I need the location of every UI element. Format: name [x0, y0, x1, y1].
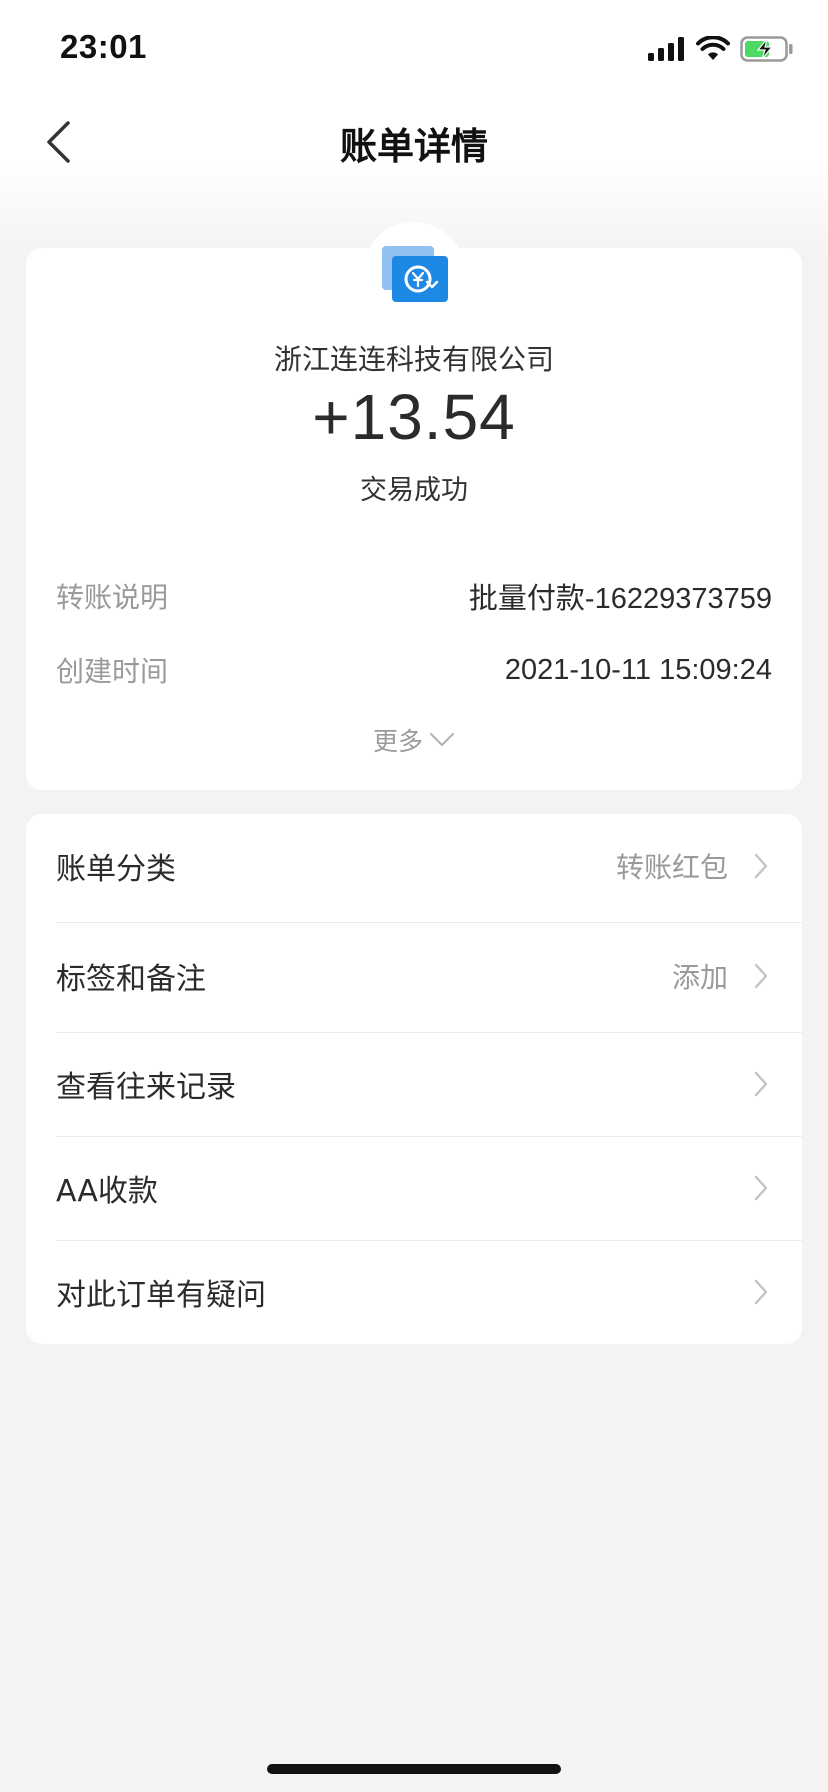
more-label: 更多 [372, 727, 423, 756]
chevron-right-icon [750, 1173, 772, 1203]
wifi-icon [696, 36, 730, 60]
detail-value: 2021-10-11 15:09:24 [504, 653, 772, 686]
more-toggle[interactable]: 更多 [26, 722, 802, 758]
menu-item-bill-category[interactable]: 账单分类 转账红包 [56, 814, 802, 918]
cellular-signal-icon [648, 37, 684, 61]
menu-item-transaction-history[interactable]: 查看往来记录 [56, 1032, 802, 1136]
detail-label: 转账说明 [56, 581, 169, 614]
page-title: 账单详情 [340, 125, 488, 168]
detail-row-transfer-note: 转账说明 批量付款-16229373759 [56, 576, 772, 616]
chevron-down-icon [429, 732, 455, 747]
home-indicator[interactable] [267, 1764, 561, 1774]
menu-item-value: 转账红包 [615, 851, 728, 884]
menu-divider [56, 922, 802, 923]
menu-item-order-question[interactable]: 对此订单有疑问 [56, 1240, 802, 1344]
status-bar: 23:01 [0, 0, 828, 100]
transaction-status: 交易成功 [360, 475, 468, 506]
menu-item-value: 添加 [671, 961, 728, 994]
transaction-amount: +13.54 [312, 381, 516, 453]
menu-item-label: AA收款 [56, 1174, 158, 1209]
chevron-right-icon [750, 1069, 772, 1099]
battery-charging-icon [740, 36, 793, 62]
menu-item-label: 对此订单有疑问 [56, 1278, 266, 1313]
chevron-right-icon [750, 851, 772, 881]
menu-item-label: 查看往来记录 [56, 1070, 236, 1105]
menu-item-label: 账单分类 [56, 852, 176, 887]
detail-label: 创建时间 [56, 655, 169, 688]
status-time: 23:01 [60, 28, 147, 65]
menu-card: 账单分类 转账红包 标签和备注 添加 查看往来记录 AA收款 对此订单有疑问 [26, 814, 802, 1344]
menu-item-tags-notes[interactable]: 标签和备注 添加 [56, 924, 802, 1028]
nav-bar: 账单详情 [0, 100, 828, 182]
chevron-right-icon [750, 1277, 772, 1307]
menu-item-label: 标签和备注 [56, 962, 206, 997]
detail-row-created-time: 创建时间 2021-10-11 15:09:24 [56, 650, 772, 690]
transfer-yuan-icon [382, 246, 448, 302]
summary-card: 浙江连连科技有限公司 +13.54 交易成功 转账说明 批量付款-1622937… [26, 248, 802, 790]
merchant-name: 浙江连连科技有限公司 [273, 343, 554, 376]
status-icons [648, 36, 794, 62]
menu-item-aa-collection[interactable]: AA收款 [56, 1136, 802, 1240]
chevron-right-icon [750, 961, 772, 991]
detail-value: 批量付款-16229373759 [468, 583, 772, 615]
